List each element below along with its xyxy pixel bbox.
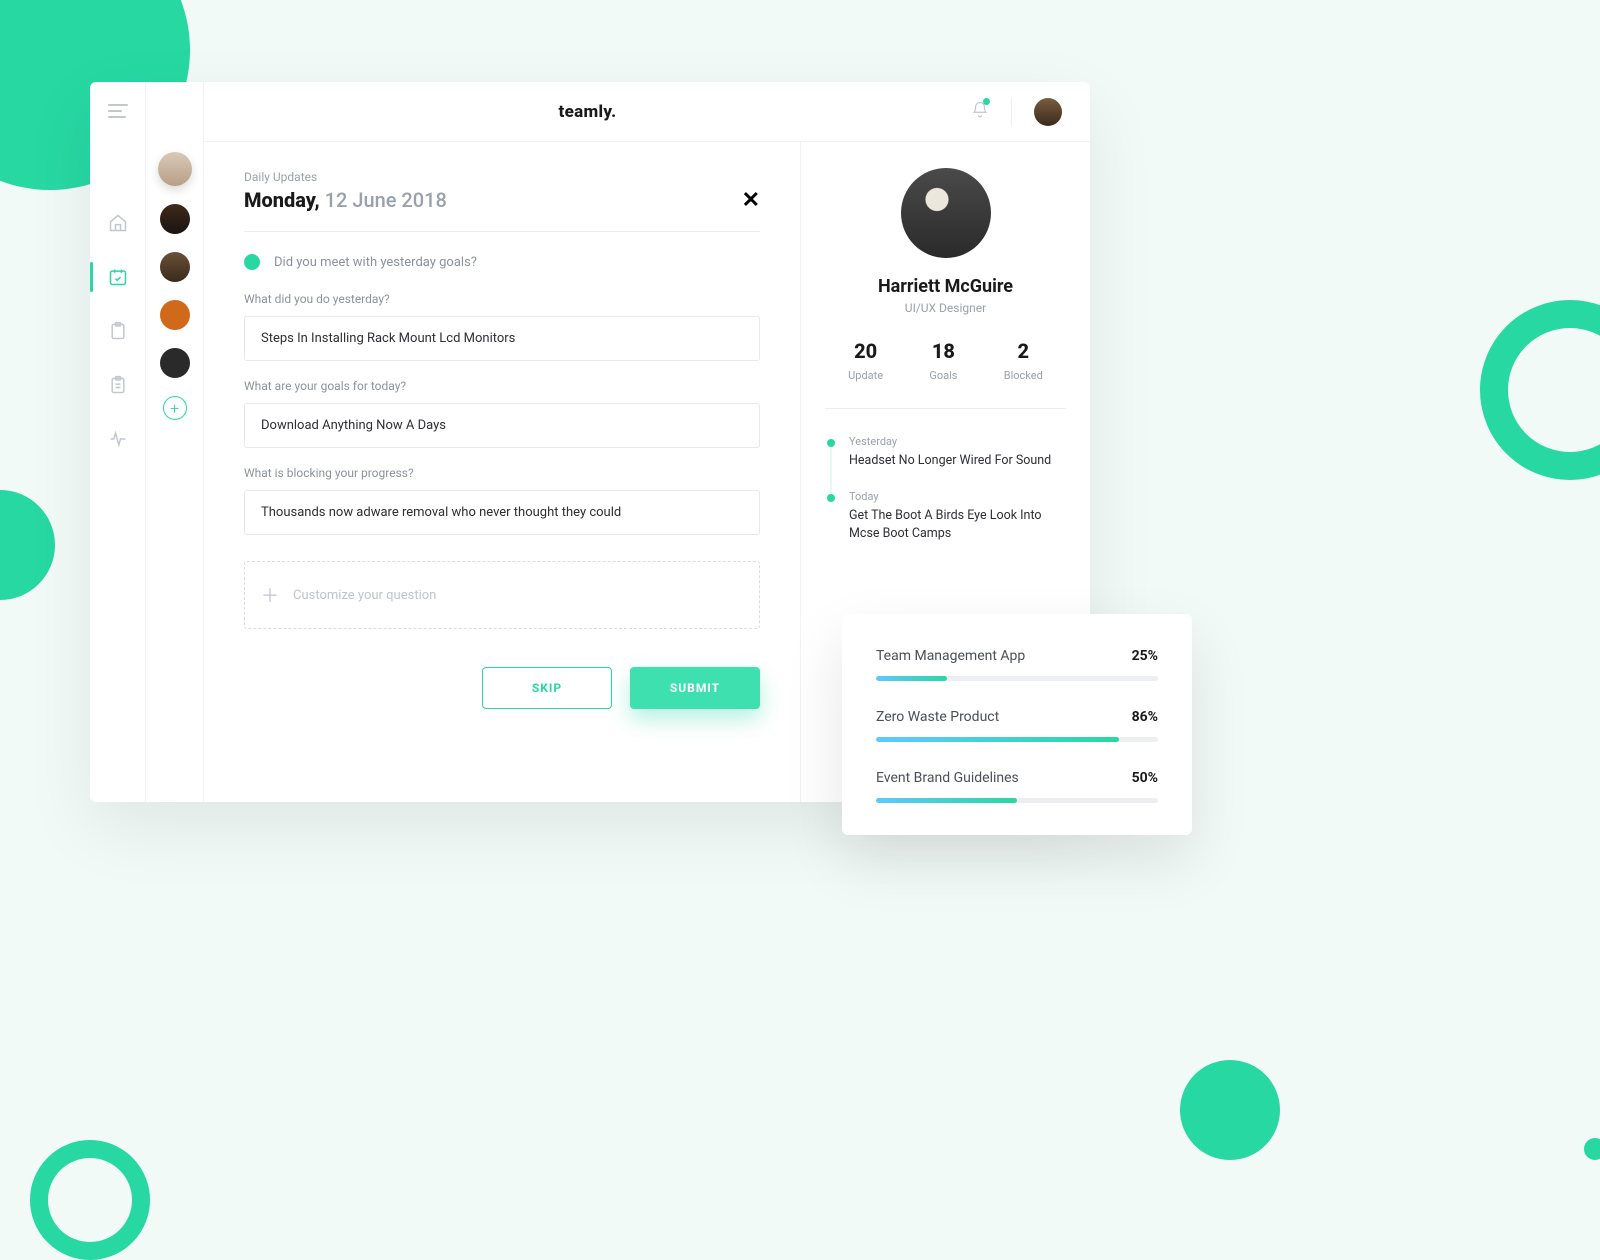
avatar[interactable]	[160, 300, 190, 330]
goals-met-checkbox[interactable]: Did you meet with yesterday goals?	[244, 254, 760, 270]
bg-shape	[30, 1140, 150, 1260]
add-person-button[interactable]: +	[163, 396, 187, 420]
field-label: What did you do yesterday?	[244, 292, 760, 306]
brand-logo: teamly.	[204, 102, 971, 122]
user-avatar[interactable]	[1034, 98, 1062, 126]
clipboard-list-icon[interactable]	[107, 374, 129, 396]
close-icon[interactable]: ✕	[742, 188, 760, 213]
stat-goals: 18 Goals	[929, 339, 957, 382]
avatar[interactable]	[160, 204, 190, 234]
home-icon[interactable]	[107, 212, 129, 234]
avatar[interactable]	[160, 252, 190, 282]
progress-item: Zero Waste Product86%	[876, 709, 1158, 742]
timeline-item: Yesterday Headset No Longer Wired For So…	[825, 435, 1066, 470]
activity-icon[interactable]	[107, 428, 129, 450]
people-column: +	[146, 82, 204, 802]
today-goals-input[interactable]: Download Anything Now A Days	[244, 403, 760, 448]
blocking-input[interactable]: Thousands now adware removal who never t…	[244, 490, 760, 535]
customize-question-button[interactable]: ＋ Customize your question	[244, 561, 760, 629]
divider	[1011, 98, 1012, 126]
stat-blocked: 2 Blocked	[1004, 339, 1043, 382]
progress-bar	[876, 676, 1158, 681]
progress-card: Team Management App25% Zero Waste Produc…	[842, 614, 1192, 835]
yesterday-input[interactable]: Steps In Installing Rack Mount Lcd Monit…	[244, 316, 760, 361]
header: teamly.	[204, 82, 1090, 142]
avatar[interactable]	[160, 348, 190, 378]
notification-dot	[983, 98, 990, 105]
update-form: Daily Updates Monday, 12 June 2018 ✕ Did…	[204, 142, 800, 802]
bg-shape	[1584, 1138, 1600, 1160]
bg-shape	[1480, 300, 1600, 480]
bg-shape	[0, 490, 55, 600]
timeline-item: Today Get The Boot A Birds Eye Look Into…	[825, 490, 1066, 543]
bell-icon[interactable]	[971, 100, 989, 124]
nav-sidebar	[90, 82, 146, 802]
field-label: What is blocking your progress?	[244, 466, 760, 480]
avatar[interactable]	[158, 152, 192, 186]
profile-avatar[interactable]	[901, 168, 991, 258]
menu-icon[interactable]	[108, 104, 128, 118]
check-dot-icon	[244, 254, 260, 270]
skip-button[interactable]: SKIP	[482, 667, 612, 709]
field-label: What are your goals for today?	[244, 379, 760, 393]
bg-shape	[1180, 1060, 1280, 1160]
timeline: Yesterday Headset No Longer Wired For So…	[825, 435, 1066, 543]
stat-update: 20 Update	[848, 339, 883, 382]
page-title: Monday, 12 June 2018	[244, 188, 447, 212]
profile-name: Harriett McGuire	[825, 276, 1066, 297]
progress-bar	[876, 737, 1158, 742]
submit-button[interactable]: SUBMIT	[630, 667, 760, 709]
profile-role: UI/UX Designer	[825, 301, 1066, 315]
progress-bar	[876, 798, 1158, 803]
plus-icon: ＋	[261, 582, 279, 608]
clipboard-icon[interactable]	[107, 320, 129, 342]
calendar-check-icon[interactable]	[107, 266, 129, 288]
progress-item: Team Management App25%	[876, 648, 1158, 681]
profile-stats: 20 Update 18 Goals 2 Blocked	[825, 339, 1066, 409]
section-eyebrow: Daily Updates	[244, 170, 760, 184]
progress-item: Event Brand Guidelines50%	[876, 770, 1158, 803]
